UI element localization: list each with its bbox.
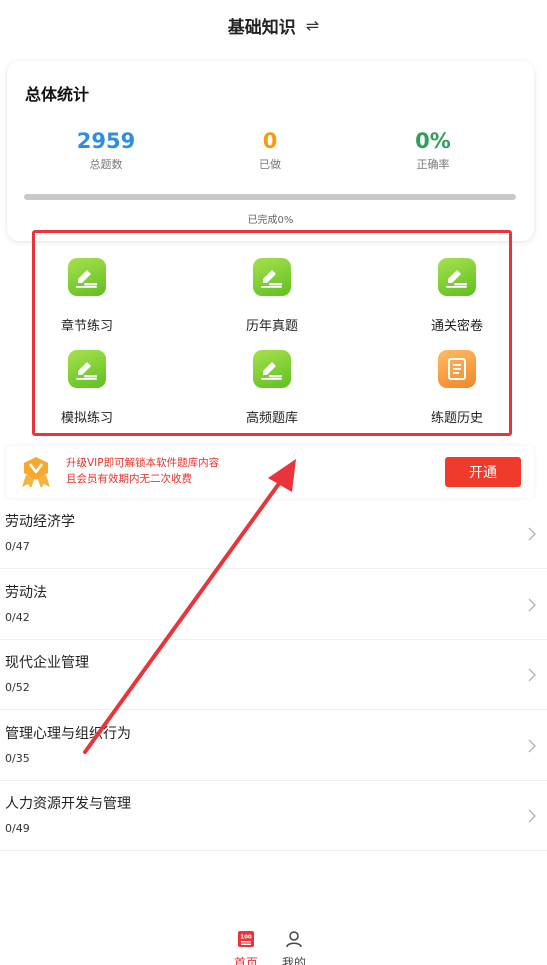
chevron-right-icon <box>528 809 536 823</box>
subject-progress: 0/47 <box>5 540 30 553</box>
completion-progress-text: 已完成0% <box>247 215 294 226</box>
subject-progress: 0/42 <box>5 611 30 624</box>
overall-stats-card: 总体统计 2959 总题数 0 已做 0% 正确率 已完成0% <box>7 61 534 241</box>
vip-description: 升级VIP即可解锁本软件题库内容 且会员有效期内无二次收费 <box>66 455 219 487</box>
feature-label: 高频题库 <box>245 411 298 426</box>
feature-label: 通关密卷 <box>430 319 483 334</box>
subject-progress: 0/49 <box>5 822 30 835</box>
feature-mock-practice[interactable]: 模拟练习 <box>27 350 147 426</box>
subject-list-item[interactable]: 现代企业管理 0/52 <box>0 640 547 710</box>
history-book-icon <box>438 350 476 388</box>
vip-activate-button[interactable]: 开通 <box>445 457 521 487</box>
subject-list-item[interactable]: 管理心理与组织行为 0/35 <box>0 711 547 781</box>
svg-text:100: 100 <box>240 935 252 941</box>
edit-icon <box>253 350 291 388</box>
stat-accuracy-value: 0% <box>415 129 451 153</box>
feature-practice-history[interactable]: 练题历史 <box>397 350 517 426</box>
subject-name: 劳动法 <box>5 585 47 601</box>
feature-label: 模拟练习 <box>60 411 113 426</box>
subject-list-item[interactable]: 人力资源开发与管理 0/49 <box>0 781 547 851</box>
edit-icon <box>253 258 291 296</box>
switch-subject-icon[interactable]: ⇌ <box>306 16 319 35</box>
feature-label: 练题历史 <box>430 411 483 426</box>
page-title: 基础知识 <box>227 17 296 38</box>
stat-done: 0 已做 <box>210 128 330 172</box>
stat-accuracy: 0% 正确率 <box>373 128 493 172</box>
stat-total-questions: 2959 总题数 <box>46 128 166 172</box>
subject-name: 管理心理与组织行为 <box>5 726 131 742</box>
feature-label: 章节练习 <box>60 319 113 334</box>
subject-progress: 0/52 <box>5 681 30 694</box>
stat-done-value: 0 <box>262 129 278 153</box>
chevron-right-icon <box>528 739 536 753</box>
edit-icon <box>438 258 476 296</box>
tab-home[interactable]: 100 首页 <box>226 930 266 965</box>
subject-name: 劳动经济学 <box>5 514 75 530</box>
feature-secret-papers[interactable]: 通关密卷 <box>397 258 517 334</box>
subject-progress: 0/35 <box>5 752 30 765</box>
vip-medal-icon <box>18 455 54 493</box>
tab-mine-label: 我的 <box>281 956 306 965</box>
edit-icon <box>68 258 106 296</box>
feature-chapter-practice[interactable]: 章节练习 <box>27 258 147 334</box>
tab-home-label: 首页 <box>233 956 258 965</box>
user-icon <box>286 931 302 948</box>
stat-total-value: 2959 <box>76 129 136 153</box>
stat-total-label: 总题数 <box>89 158 123 171</box>
feature-grid-highlight: 章节练习 历年真题 通关密卷 模拟练习 高频题库 练题历史 <box>32 230 512 436</box>
stat-done-label: 已做 <box>259 158 281 171</box>
feature-past-exams[interactable]: 历年真题 <box>212 258 332 334</box>
feature-high-frequency-bank[interactable]: 高频题库 <box>212 350 332 426</box>
feature-label: 历年真题 <box>245 319 298 334</box>
edit-icon <box>68 350 106 388</box>
subject-name: 现代企业管理 <box>5 655 89 671</box>
stats-title: 总体统计 <box>25 85 90 104</box>
chevron-right-icon <box>528 668 536 682</box>
subject-list-item[interactable]: 劳动法 0/42 <box>0 570 547 640</box>
vip-line-1: 升级VIP即可解锁本软件题库内容 <box>66 457 220 469</box>
practice-home-screen: 基础知识 ⇌ 总体统计 2959 总题数 0 已做 0% 正确率 已完成0% 章… <box>0 0 547 965</box>
completion-progress-bar <box>24 194 516 200</box>
tab-mine[interactable]: 我的 <box>274 930 314 965</box>
top-header: 基础知识 ⇌ <box>0 0 547 50</box>
home-100-icon: 100 <box>238 931 254 947</box>
chevron-right-icon <box>528 527 536 541</box>
chevron-right-icon <box>528 598 536 612</box>
vip-upgrade-banner: 升级VIP即可解锁本软件题库内容 且会员有效期内无二次收费 开通 <box>6 446 534 498</box>
subject-name: 人力资源开发与管理 <box>5 796 131 812</box>
vip-line-2: 且会员有效期内无二次收费 <box>66 473 192 485</box>
subject-list-item[interactable]: 劳动经济学 0/47 <box>0 499 547 569</box>
stat-accuracy-label: 正确率 <box>416 158 450 171</box>
